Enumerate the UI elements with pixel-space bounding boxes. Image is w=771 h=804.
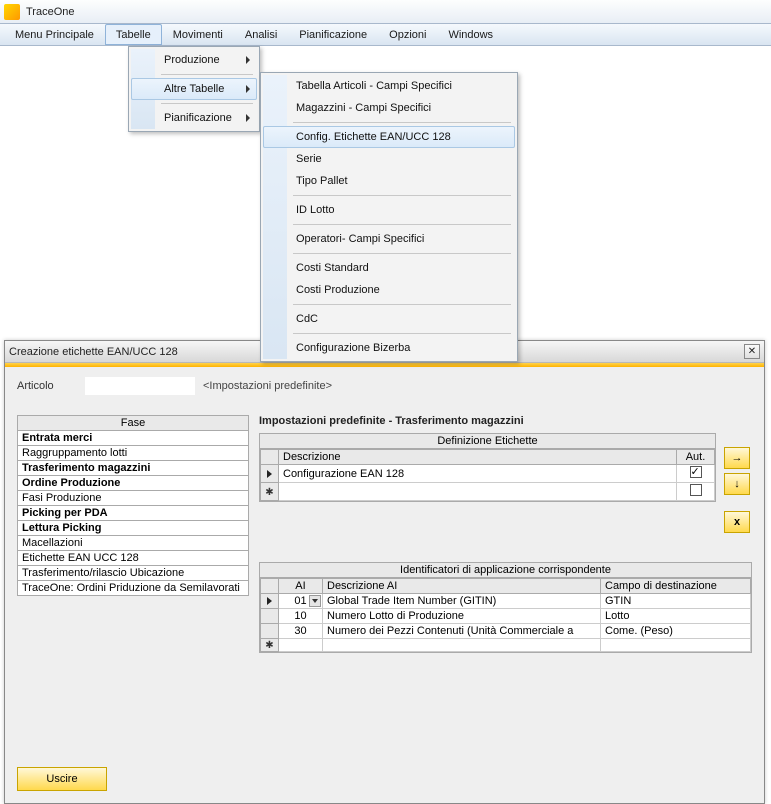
table-row[interactable]: 10 Numero Lotto di Produzione Lotto xyxy=(261,609,751,624)
move-right-button[interactable]: → xyxy=(724,447,750,469)
ai-descr-cell[interactable]: Numero Lotto di Produzione xyxy=(323,609,601,624)
dd-item[interactable]: Configurazione Bizerba xyxy=(263,337,515,359)
grid-etichette: Definizione Etichette Descrizione Aut. C… xyxy=(259,433,716,502)
col-ai[interactable]: AI xyxy=(279,579,323,594)
aut-checkbox[interactable] xyxy=(690,466,702,478)
cell-descr[interactable]: Configurazione EAN 128 xyxy=(279,465,677,483)
app-logo-icon xyxy=(4,4,20,20)
dialog-ean-ucc: Creazione etichette EAN/UCC 128 ✕ Artico… xyxy=(4,340,765,804)
articolo-field[interactable] xyxy=(85,377,195,395)
aut-checkbox[interactable] xyxy=(690,484,702,496)
col-descr-ai[interactable]: Descrizione AI xyxy=(323,579,601,594)
uscire-button[interactable]: Uscire xyxy=(17,767,107,791)
row-pointer-icon xyxy=(267,470,272,478)
menu-principale[interactable]: Menu Principale xyxy=(4,24,105,45)
articolo-info: <Impostazioni predefinite> xyxy=(203,380,332,392)
chevron-right-icon xyxy=(246,56,250,64)
dd-item[interactable]: Operatori- Campi Specifici xyxy=(263,228,515,250)
dd-item[interactable]: Config. Etichette EAN/UCC 128 xyxy=(263,126,515,148)
delete-x-icon: x xyxy=(734,516,740,528)
row-header-blank xyxy=(261,450,279,465)
menu-pianificazione[interactable]: Pianificazione xyxy=(288,24,378,45)
titlebar: TraceOne xyxy=(0,0,771,24)
ai-descr-cell[interactable]: Numero dei Pezzi Contenuti (Unità Commer… xyxy=(323,624,601,639)
menubar: Menu Principale Tabelle Movimenti Analis… xyxy=(0,24,771,46)
row-pointer-icon xyxy=(267,597,272,605)
chevron-right-icon xyxy=(246,114,250,122)
dd-produzione[interactable]: Produzione xyxy=(131,49,257,71)
menu-windows[interactable]: Windows xyxy=(437,24,504,45)
table-row[interactable]: 01 Global Trade Item Number (GITIN) GTIN xyxy=(261,594,751,609)
ai-cell-combo[interactable]: 01 xyxy=(279,594,323,609)
ai-campo-cell[interactable]: Come. (Peso) xyxy=(601,624,751,639)
menu-movimenti[interactable]: Movimenti xyxy=(162,24,234,45)
separator xyxy=(293,333,511,334)
dialog-title-text: Creazione etichette EAN/UCC 128 xyxy=(9,346,178,358)
separator xyxy=(293,253,511,254)
phase-ordine-produzione[interactable]: Ordine Produzione xyxy=(17,476,249,491)
chevron-down-icon[interactable] xyxy=(309,595,321,607)
chevron-right-icon xyxy=(246,85,250,93)
arrow-right-icon: → xyxy=(732,452,743,464)
dd-item[interactable]: Serie xyxy=(263,148,515,170)
phase-traceone-ordini[interactable]: TraceOne: Ordini Priduzione da Semilavor… xyxy=(17,581,249,596)
delete-button[interactable]: x xyxy=(724,511,750,533)
col-aut[interactable]: Aut. xyxy=(677,450,715,465)
ai-cell[interactable]: 30 xyxy=(279,624,323,639)
dd-pianificazione[interactable]: Pianificazione xyxy=(131,107,257,129)
section-title: Impostazioni predefinite - Trasferimento… xyxy=(259,415,752,427)
phase-header: Fase xyxy=(17,415,249,431)
phase-trasf-ubicazione[interactable]: Trasferimento/rilascio Ubicazione xyxy=(17,566,249,581)
separator xyxy=(293,224,511,225)
ai-campo-cell[interactable]: GTIN xyxy=(601,594,751,609)
dd-item[interactable]: Costi Produzione xyxy=(263,279,515,301)
grid-ai-caption: Identificatori di applicazione corrispon… xyxy=(260,563,751,578)
table-row[interactable] xyxy=(261,483,715,501)
phase-lettura-picking[interactable]: Lettura Picking xyxy=(17,521,249,536)
ai-campo-cell[interactable]: Lotto xyxy=(601,609,751,624)
cell-descr-empty[interactable] xyxy=(279,483,677,501)
phase-fasi-produzione[interactable]: Fasi Produzione xyxy=(17,491,249,506)
dropdown-tabelle: Produzione Altre Tabelle Pianificazione xyxy=(128,46,260,132)
col-descrizione[interactable]: Descrizione xyxy=(279,450,677,465)
dropdown-altre-tabelle: Tabella Articoli - Campi SpecificiMagazz… xyxy=(260,72,518,362)
grid-etichette-caption: Definizione Etichette xyxy=(260,434,715,449)
phase-raggruppamento[interactable]: Raggruppamento lotti xyxy=(17,446,249,461)
new-row-icon xyxy=(265,639,273,651)
dd-item[interactable]: ID Lotto xyxy=(263,199,515,221)
table-row[interactable]: 30 Numero dei Pezzi Contenuti (Unità Com… xyxy=(261,624,751,639)
move-down-button[interactable]: ↓ xyxy=(724,473,750,495)
col-campo[interactable]: Campo di destinazione xyxy=(601,579,751,594)
ai-cell[interactable]: 10 xyxy=(279,609,323,624)
dd-item[interactable]: Tabella Articoli - Campi Specifici xyxy=(263,75,515,97)
workspace: Creazione etichette EAN/UCC 128 ✕ Artico… xyxy=(0,46,771,793)
ai-descr-cell[interactable]: Global Trade Item Number (GITIN) xyxy=(323,594,601,609)
phase-picking-pda[interactable]: Picking per PDA xyxy=(17,506,249,521)
dd-item[interactable]: Magazzini - Campi Specifici xyxy=(263,97,515,119)
articolo-label: Articolo xyxy=(17,380,77,392)
phase-list: Entrata merci Raggruppamento lotti Trasf… xyxy=(17,431,249,596)
menu-opzioni[interactable]: Opzioni xyxy=(378,24,437,45)
dd-item[interactable]: Costi Standard xyxy=(263,257,515,279)
phase-trasferimento-mag[interactable]: Trasferimento magazzini xyxy=(17,461,249,476)
menu-tabelle[interactable]: Tabelle xyxy=(105,24,162,45)
table-row[interactable] xyxy=(261,639,751,652)
dialog-close-button[interactable]: ✕ xyxy=(744,344,760,359)
separator xyxy=(293,195,511,196)
table-row[interactable]: Configurazione EAN 128 xyxy=(261,465,715,483)
app-title: TraceOne xyxy=(26,6,75,18)
phase-entrata-merci[interactable]: Entrata merci xyxy=(17,431,249,446)
phase-macellazioni[interactable]: Macellazioni xyxy=(17,536,249,551)
dd-item[interactable]: Tipo Pallet xyxy=(263,170,515,192)
menu-analisi[interactable]: Analisi xyxy=(234,24,288,45)
phase-etichette-ean[interactable]: Etichette EAN UCC 128 xyxy=(17,551,249,566)
grid-etichette-wrap: Definizione Etichette Descrizione Aut. C… xyxy=(259,433,716,502)
dd-item[interactable]: CdC xyxy=(263,308,515,330)
grid-ai: Identificatori di applicazione corrispon… xyxy=(259,562,752,653)
separator xyxy=(293,122,511,123)
dd-altre-tabelle[interactable]: Altre Tabelle xyxy=(131,78,257,100)
new-row-icon xyxy=(265,486,273,498)
arrow-down-icon: ↓ xyxy=(734,478,740,490)
separator xyxy=(293,304,511,305)
